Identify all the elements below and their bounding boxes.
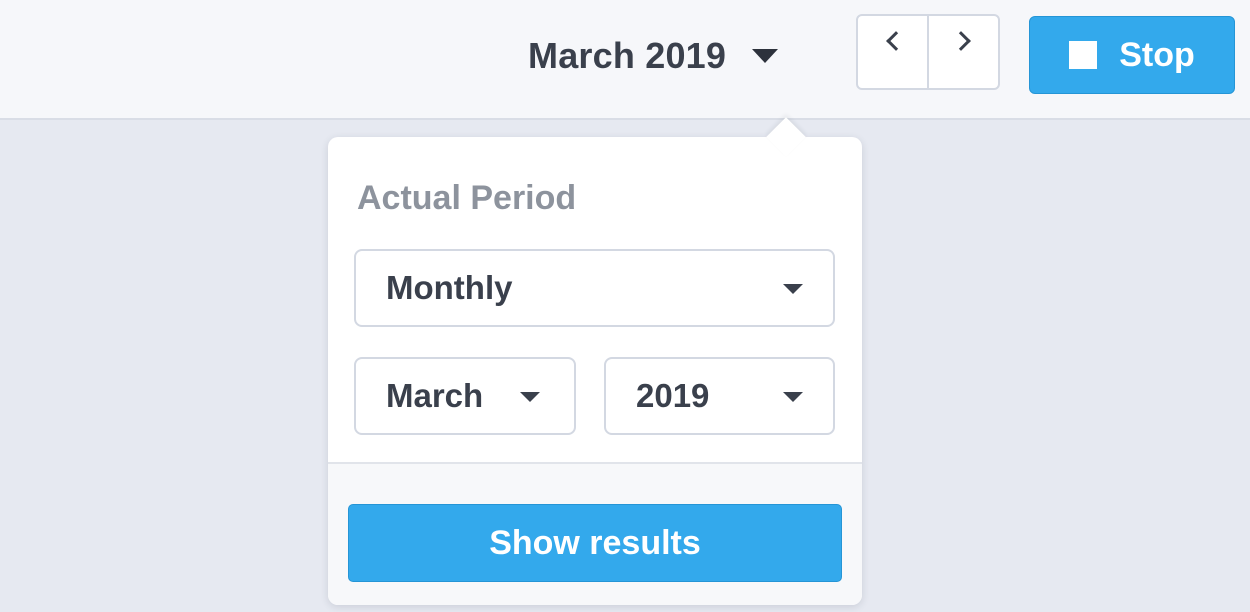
next-period-button[interactable] <box>927 16 998 88</box>
month-value: March <box>386 377 484 414</box>
period-picker-popover: Actual Period Monthly March 2019 Show re… <box>328 117 862 605</box>
stop-button-label: Stop <box>1119 35 1195 74</box>
month-select[interactable]: March <box>354 357 576 435</box>
chevron-right-icon <box>950 31 971 51</box>
top-bar: March 2019 Stop <box>0 0 1250 120</box>
year-select[interactable]: 2019 <box>604 357 835 435</box>
period-picker-toggle[interactable]: March 2019 <box>528 34 779 78</box>
current-period-label: March 2019 <box>528 35 727 76</box>
caret-down-icon <box>520 392 540 402</box>
caret-down-icon <box>752 49 779 63</box>
show-results-button[interactable]: Show results <box>348 504 842 582</box>
year-value: 2019 <box>636 377 710 414</box>
chevron-left-icon <box>885 31 906 51</box>
stop-button[interactable]: Stop <box>1029 16 1235 94</box>
caret-down-icon <box>783 392 803 402</box>
period-type-value: Monthly <box>386 269 513 306</box>
previous-period-button[interactable] <box>858 16 927 88</box>
popover-heading: Actual Period <box>357 179 577 217</box>
period-type-select[interactable]: Monthly <box>354 249 835 327</box>
period-navigation <box>856 14 1000 90</box>
stop-square-icon <box>1069 41 1098 69</box>
popover-footer: Show results <box>328 464 862 605</box>
popover-arrow <box>766 117 806 157</box>
caret-down-icon <box>783 284 803 294</box>
